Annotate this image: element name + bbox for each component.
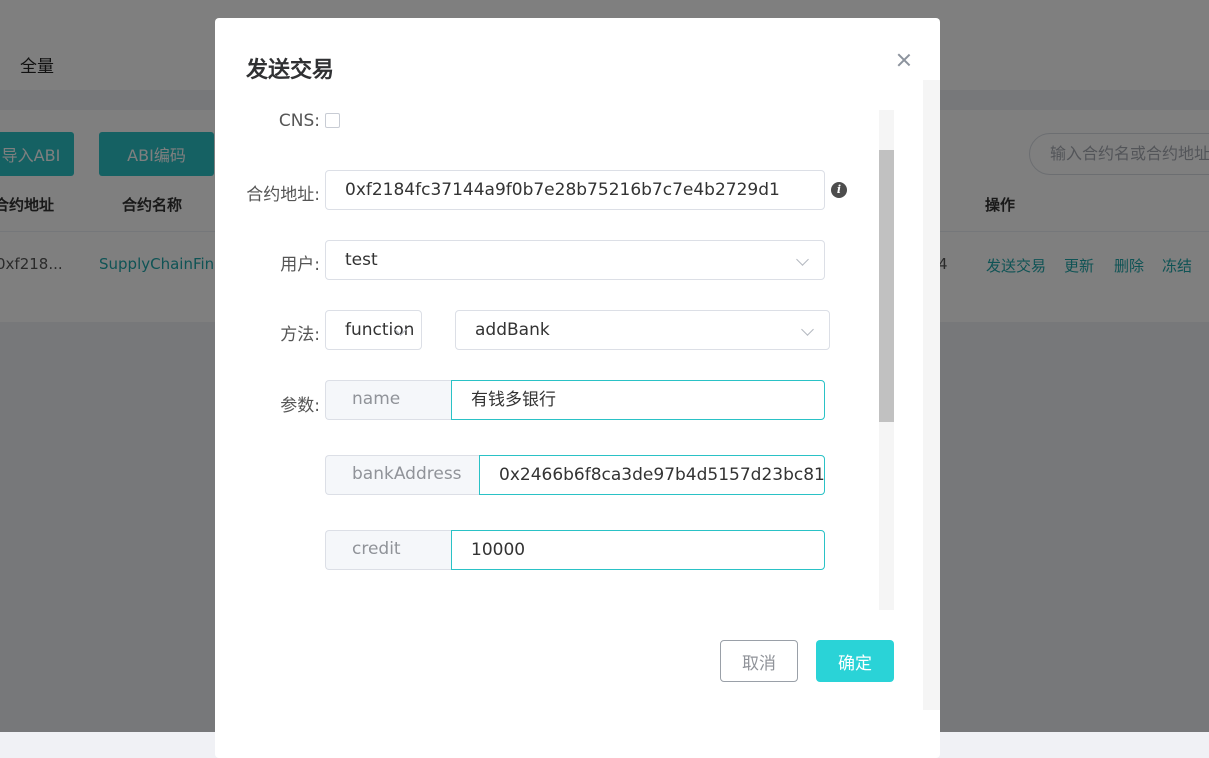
method-label: 方法: bbox=[280, 325, 320, 345]
param-credit-input[interactable]: 10000 bbox=[451, 530, 825, 570]
user-select[interactable]: test bbox=[325, 240, 825, 280]
param-bankaddress-label: bankAddress bbox=[325, 455, 480, 495]
chevron-down-icon bbox=[801, 323, 814, 336]
param-bankaddress-input[interactable]: 0x2466b6f8ca3de97b4d5157d23bc8146 bbox=[479, 455, 825, 495]
contract-address-label: 合约地址: bbox=[246, 185, 320, 205]
send-transaction-dialog: 发送交易 CNS: 合约地址: 0xf2184fc37144a9f0b7e28b… bbox=[215, 18, 940, 758]
method-name-select[interactable]: addBank bbox=[455, 310, 830, 350]
param-credit-label: credit bbox=[325, 530, 452, 570]
user-select-value: test bbox=[345, 250, 378, 270]
method-name-value: addBank bbox=[475, 320, 550, 340]
dialog-title: 发送交易 bbox=[246, 58, 335, 83]
form-scrollbar-thumb[interactable] bbox=[879, 150, 894, 422]
info-icon[interactable]: i bbox=[831, 182, 847, 198]
contract-address-field[interactable]: 0xf2184fc37144a9f0b7e28b75216b7c7e4b2729… bbox=[325, 170, 825, 210]
form-scrollbar-track[interactable] bbox=[879, 110, 894, 610]
method-type-select[interactable]: function bbox=[325, 310, 422, 350]
param-name-label: name bbox=[325, 380, 452, 420]
param-name-input[interactable]: 有钱多银行 bbox=[451, 380, 825, 420]
cancel-button[interactable]: 取消 bbox=[720, 640, 798, 682]
dialog-scrollbar[interactable] bbox=[923, 80, 940, 710]
chevron-down-icon bbox=[796, 253, 809, 266]
params-label: 参数: bbox=[280, 396, 320, 416]
user-label: 用户: bbox=[280, 255, 320, 275]
cns-label: CNS: bbox=[278, 111, 320, 131]
cns-checkbox[interactable] bbox=[325, 113, 340, 128]
confirm-button[interactable]: 确定 bbox=[816, 640, 894, 682]
close-icon[interactable] bbox=[893, 50, 915, 72]
